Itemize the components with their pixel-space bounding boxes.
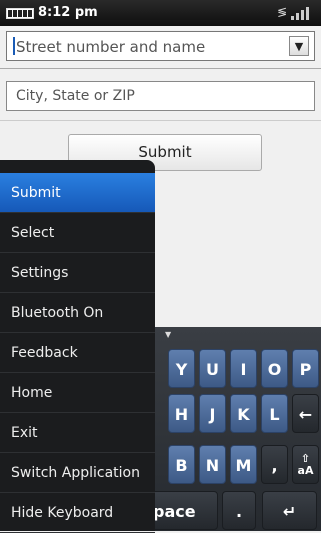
menu-item-settings[interactable]: Settings [0,253,155,293]
menu-item-home[interactable]: Home [0,373,155,413]
street-input[interactable]: Street number and name ▼ [6,31,315,61]
key-i[interactable]: I [230,349,257,388]
key-o[interactable]: O [261,349,288,388]
shift-key[interactable]: ⇧ aA [292,445,319,484]
keyboard-collapse-icon[interactable]: ▼ [165,330,171,339]
key-b[interactable]: B [168,445,195,484]
shift-label: aA [297,464,314,477]
status-bar: 8:12 pm ≶ [0,0,321,26]
menu-item-feedback[interactable]: Feedback [0,333,155,373]
key-m[interactable]: M [230,445,257,484]
menu-item-submit[interactable]: Submit [0,173,155,213]
enter-key[interactable]: ↵ [262,491,317,530]
key-p[interactable]: P [292,349,319,388]
menu-item-hide-keyboard[interactable]: Hide Keyboard [0,493,155,533]
key-h[interactable]: H [168,394,195,433]
key-l[interactable]: L [261,394,288,433]
key-k[interactable]: K [230,394,257,433]
city-input[interactable]: City, State or ZIP [6,81,315,111]
period-key[interactable]: . [222,491,256,530]
divider [0,68,321,69]
menu-item-select[interactable]: Select [0,213,155,253]
signal-strength-icon [291,6,315,20]
street-placeholder: Street number and name [16,38,206,56]
key-j[interactable]: J [199,394,226,433]
context-menu: Submit Select Settings Bluetooth On Feed… [0,160,155,533]
divider [0,120,321,121]
menu-item-switch-application[interactable]: Switch Application [0,453,155,493]
bluetooth-icon: ≶ [276,5,287,19]
key-y[interactable]: Y [168,349,195,388]
battery-icon [6,8,34,19]
menu-item-bluetooth-on[interactable]: Bluetooth On [0,293,155,333]
status-time: 8:12 pm [38,5,98,20]
dropdown-button[interactable]: ▼ [289,36,309,56]
key-n[interactable]: N [199,445,226,484]
key-u[interactable]: U [199,349,226,388]
text-cursor [13,37,15,55]
backspace-key[interactable]: ← [292,394,319,433]
menu-item-exit[interactable]: Exit [0,413,155,453]
key-comma[interactable]: , [261,445,288,484]
